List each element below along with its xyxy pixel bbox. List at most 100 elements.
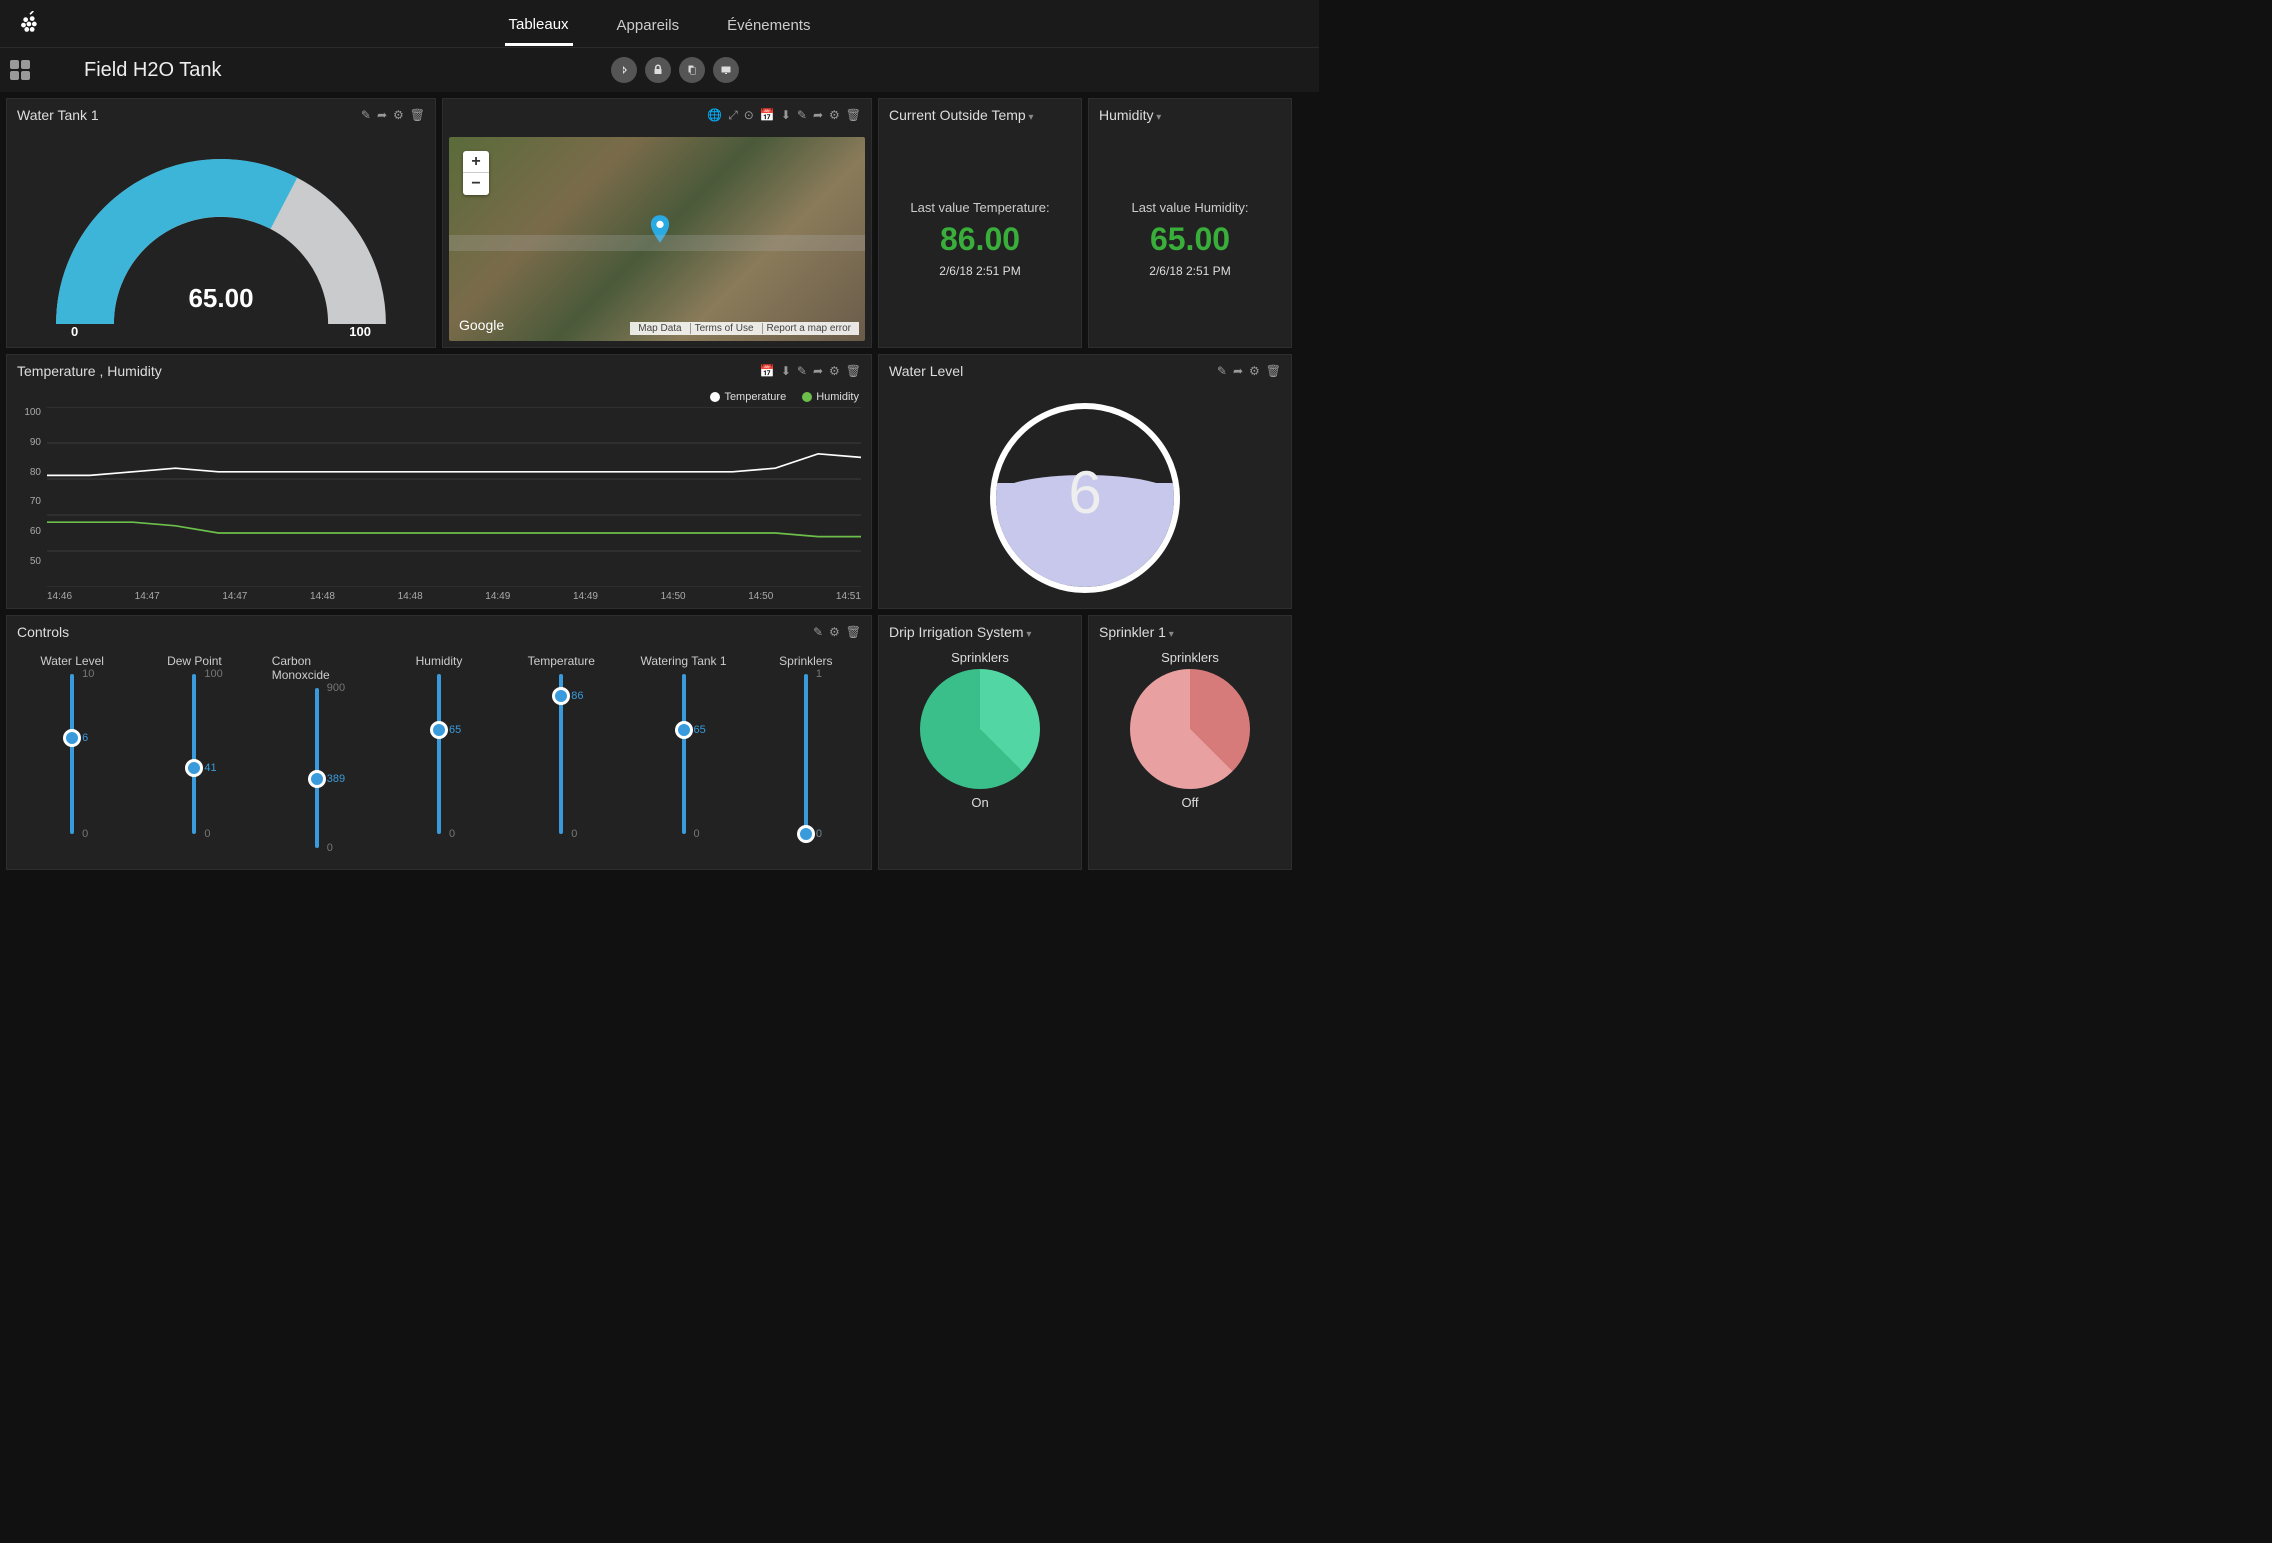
slider-carbon-monoxcide: Carbon Monoxcide 9003890 <box>272 654 362 859</box>
expand-icon[interactable]: ⤢ <box>728 108 738 123</box>
widget-title: Temperature , Humidity <box>17 363 760 379</box>
trash-icon[interactable]: 🗑 <box>846 108 861 123</box>
slider-track[interactable]: 9003890 <box>299 688 335 848</box>
legend-temperature: Temperature <box>724 391 786 403</box>
map-report-link[interactable]: Report a map error <box>762 323 855 334</box>
dashboard-grid: Water Tank 1 ✎ ➦ ⚙ 🗑 65.00 0 100 <box>0 92 1319 876</box>
download-icon[interactable]: ⬇ <box>781 108 791 123</box>
slider-thumb[interactable] <box>63 729 81 747</box>
display-button[interactable] <box>713 57 739 83</box>
widget-controls: Controls ✎ ⚙ 🗑 Water Level1060Dew Point1… <box>6 615 872 870</box>
chart-x-axis: 14:4614:4714:4714:4814:4814:4914:4914:50… <box>7 587 871 602</box>
slider-label: Humidity <box>416 654 463 668</box>
widget-water-tank-gauge: Water Tank 1 ✎ ➦ ⚙ 🗑 65.00 0 100 <box>6 98 436 348</box>
trash-icon[interactable]: 🗑 <box>1266 364 1281 378</box>
widget-sprinkler-1: Sprinkler 1 Sprinklers Off <box>1088 615 1292 870</box>
slider-thumb[interactable] <box>185 759 203 777</box>
gear-icon[interactable]: ⚙ <box>829 364 840 378</box>
slider-label: Water Level <box>40 654 104 668</box>
share-icon[interactable]: ➦ <box>1233 364 1243 378</box>
water-level-indicator: 6 <box>990 403 1180 593</box>
toggle-label: Sprinklers <box>951 650 1009 665</box>
slider-thumb[interactable] <box>308 770 326 788</box>
share-button[interactable] <box>611 57 637 83</box>
download-icon[interactable]: ⬇ <box>781 364 791 378</box>
share-icon[interactable]: ➦ <box>813 364 823 378</box>
map-canvas[interactable]: + − Google Map Data Terms of Use Report … <box>449 137 865 341</box>
widget-title[interactable]: Current Outside Temp <box>889 107 1071 123</box>
slider-temperature: Temperature860 <box>516 654 606 859</box>
globe-icon[interactable]: 🌐 <box>707 108 722 123</box>
share-icon[interactable]: ➦ <box>813 108 823 123</box>
page-subbar: Field H2O Tank <box>0 48 1319 92</box>
edit-icon[interactable]: ✎ <box>797 364 807 378</box>
widget-title[interactable]: Sprinkler 1 <box>1099 624 1281 640</box>
stat-label: Last value Temperature: <box>910 200 1049 215</box>
nav-tab-evenements[interactable]: Événements <box>723 3 814 44</box>
edit-icon[interactable]: ✎ <box>1217 364 1227 378</box>
slider-dew-point: Dew Point 100410 <box>149 654 239 859</box>
map-zoom-out[interactable]: − <box>463 173 489 195</box>
copy-button[interactable] <box>679 57 705 83</box>
map-attribution: Map Data Terms of Use Report a map error <box>630 322 859 335</box>
nav-tab-tableaux[interactable]: Tableaux <box>505 2 573 46</box>
toggle-label: Sprinklers <box>1161 650 1219 665</box>
slider-track[interactable]: 100410 <box>176 674 212 834</box>
slider-label: Dew Point <box>167 654 222 668</box>
trash-icon[interactable]: 🗑 <box>846 625 861 639</box>
slider-water-level: Water Level 1060 <box>27 654 117 859</box>
slider-track[interactable]: 860 <box>543 674 579 834</box>
slider-track[interactable]: 650 <box>666 674 702 834</box>
trash-icon[interactable]: 🗑 <box>410 108 425 122</box>
widget-title[interactable]: Drip Irrigation System <box>889 624 1071 640</box>
drip-toggle-indicator[interactable] <box>920 669 1040 789</box>
calendar-icon[interactable]: 📅 <box>760 364 775 378</box>
widget-title: Water Tank 1 <box>17 107 361 123</box>
slider-label: Sprinklers <box>779 654 832 668</box>
slider-thumb[interactable] <box>552 687 570 705</box>
share-icon[interactable]: ➦ <box>377 108 387 122</box>
gauge-value: 65.00 <box>188 283 253 314</box>
slider-thumb[interactable] <box>675 721 693 739</box>
chart-canvas[interactable] <box>47 407 861 587</box>
slider-track[interactable]: 100 <box>788 674 824 834</box>
map-pin-icon[interactable] <box>649 215 671 249</box>
water-level-value: 6 <box>1068 457 1101 526</box>
gear-icon[interactable]: ⚙ <box>829 108 840 123</box>
widget-title: Water Level <box>889 363 1217 379</box>
gauge-max: 100 <box>349 324 371 339</box>
nav-tab-appareils[interactable]: Appareils <box>613 3 684 44</box>
calendar-icon[interactable]: 📅 <box>760 108 775 123</box>
edit-icon[interactable]: ✎ <box>361 108 371 122</box>
top-navbar: Tableaux Appareils Événements <box>0 0 1319 48</box>
widget-humidity: Humidity Last value Humidity: 65.00 2/6/… <box>1088 98 1292 348</box>
chart-y-axis: 1009080706050 <box>13 407 41 567</box>
edit-icon[interactable]: ✎ <box>813 625 823 639</box>
widget-title[interactable]: Humidity <box>1099 107 1281 123</box>
slider-label: Carbon Monoxcide <box>272 654 362 682</box>
widget-drip-irrigation: Drip Irrigation System Sprinklers On <box>878 615 1082 870</box>
main-nav: Tableaux Appareils Événements <box>60 0 1259 47</box>
map-terms-link[interactable]: Terms of Use <box>690 323 758 334</box>
map-provider-logo: Google <box>459 317 504 333</box>
map-data-link[interactable]: Map Data <box>634 323 685 334</box>
slider-thumb[interactable] <box>797 825 815 843</box>
dashboard-grid-icon[interactable] <box>10 60 30 80</box>
slider-thumb[interactable] <box>430 721 448 739</box>
gear-icon[interactable]: ⚙ <box>393 108 404 122</box>
sprinkler-toggle-indicator[interactable] <box>1130 669 1250 789</box>
gear-icon[interactable]: ⚙ <box>829 625 840 639</box>
gear-icon[interactable]: ⚙ <box>1249 364 1260 378</box>
stat-value: 86.00 <box>940 221 1020 258</box>
app-logo[interactable] <box>0 11 60 37</box>
slider-track[interactable]: 1060 <box>54 674 90 834</box>
trash-icon[interactable]: 🗑 <box>846 364 861 378</box>
lock-button[interactable] <box>645 57 671 83</box>
slider-track[interactable]: 650 <box>421 674 457 834</box>
chart-legend: Temperature Humidity <box>7 387 871 407</box>
slider-humidity: Humidity 650 <box>394 654 484 859</box>
stat-value: 65.00 <box>1150 221 1230 258</box>
target-icon[interactable]: ⊙ <box>744 108 754 123</box>
map-zoom-in[interactable]: + <box>463 151 489 173</box>
edit-icon[interactable]: ✎ <box>797 108 807 123</box>
